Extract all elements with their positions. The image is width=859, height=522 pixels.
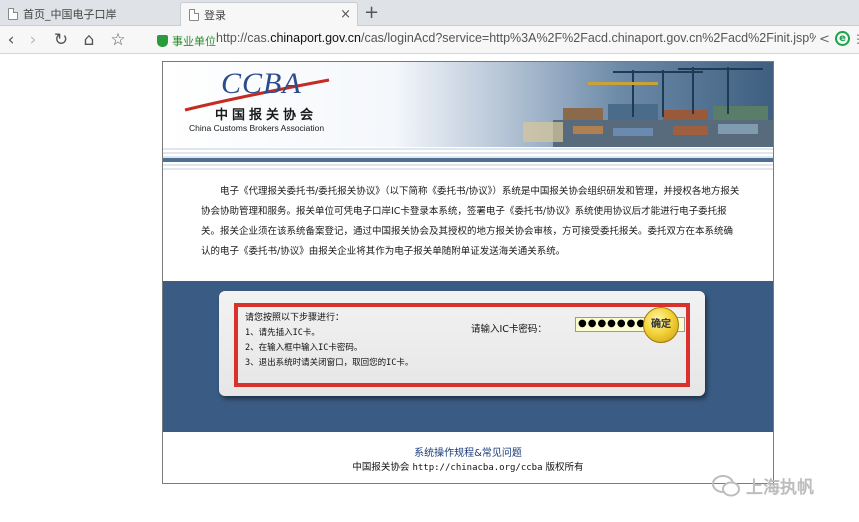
tab-home[interactable]: 首页_中国电子口岸 <box>0 2 175 26</box>
page-icon <box>8 8 18 20</box>
tab-label: 登录 <box>204 8 226 22</box>
wechat-icon <box>712 474 740 496</box>
address-bar: ‹ › ↻ ⌂ ☆ 事业单位 http://cas.chinaport.gov.… <box>0 26 859 54</box>
tab-label: 首页_中国电子口岸 <box>23 8 117 21</box>
watermark: 上海执帆 <box>712 473 814 498</box>
port-illustration <box>523 67 773 147</box>
login-area: 请您按照以下步骤进行： 1、请先插入IC卡。 2、在输入框中输入IC卡密码。 3… <box>163 281 773 432</box>
org-name-en: China Customs Brokers Association <box>189 123 325 133</box>
url-path: /cas/loginAcd?service=http%3A%2F%2Facd.c… <box>361 31 816 45</box>
logo: CCBA <box>221 67 302 100</box>
tab-strip: 首页_中国电子口岸 登录 × + <box>0 0 859 26</box>
org-name-cn: 中国报关协会 <box>215 108 318 123</box>
url-host: chinaport.gov.cn <box>270 31 361 45</box>
security-label: 事业单位 <box>172 35 216 48</box>
watermark-text: 上海执帆 <box>746 478 814 498</box>
copyright-url[interactable]: http://chinacba.org/ccba <box>412 463 542 473</box>
login-panel: 请您按照以下步骤进行： 1、请先插入IC卡。 2、在输入框中输入IC卡密码。 3… <box>219 291 705 396</box>
close-icon[interactable]: × <box>340 7 351 22</box>
header-banner: CCBA 中国报关协会 China Customs Brokers Associ… <box>163 62 773 147</box>
more-icon[interactable]: ⋮ <box>852 32 859 46</box>
copyright-rights: 版权所有 <box>545 462 584 473</box>
home-icon[interactable]: ⌂ <box>78 29 100 51</box>
new-tab-button[interactable]: + <box>364 2 379 24</box>
url-prefix: http://cas. <box>216 31 271 45</box>
tab-login[interactable]: 登录 × <box>180 2 358 26</box>
reload-icon[interactable]: ↻ <box>50 29 72 51</box>
login-page: CCBA 中国报关协会 China Customs Brokers Associ… <box>162 61 774 484</box>
copyright-org: 中国报关协会 <box>352 462 410 473</box>
highlight-box <box>234 303 690 387</box>
forward-icon[interactable]: › <box>22 29 44 51</box>
back-icon[interactable]: ‹ <box>0 29 22 51</box>
extension-icon[interactable]: e <box>835 31 850 46</box>
url-input[interactable]: http://cas.chinaport.gov.cn/cas/loginAcd… <box>216 31 816 49</box>
intro-paragraph: 电子《代理报关委托书/委托报关协议》（以下简称《委托书/协议》）系统是中国报关协… <box>201 186 740 257</box>
divider-bar <box>163 158 773 162</box>
star-icon[interactable]: ☆ <box>107 29 129 51</box>
help-link[interactable]: 系统操作规程&常见问题 <box>163 444 773 459</box>
share-icon[interactable]: < <box>819 32 830 47</box>
shield-icon <box>157 35 168 47</box>
page-icon <box>189 8 199 21</box>
security-badge[interactable]: 事业单位 <box>157 33 216 49</box>
copyright: 中国报关协会 http://chinacba.org/ccba 版权所有 <box>163 459 773 473</box>
